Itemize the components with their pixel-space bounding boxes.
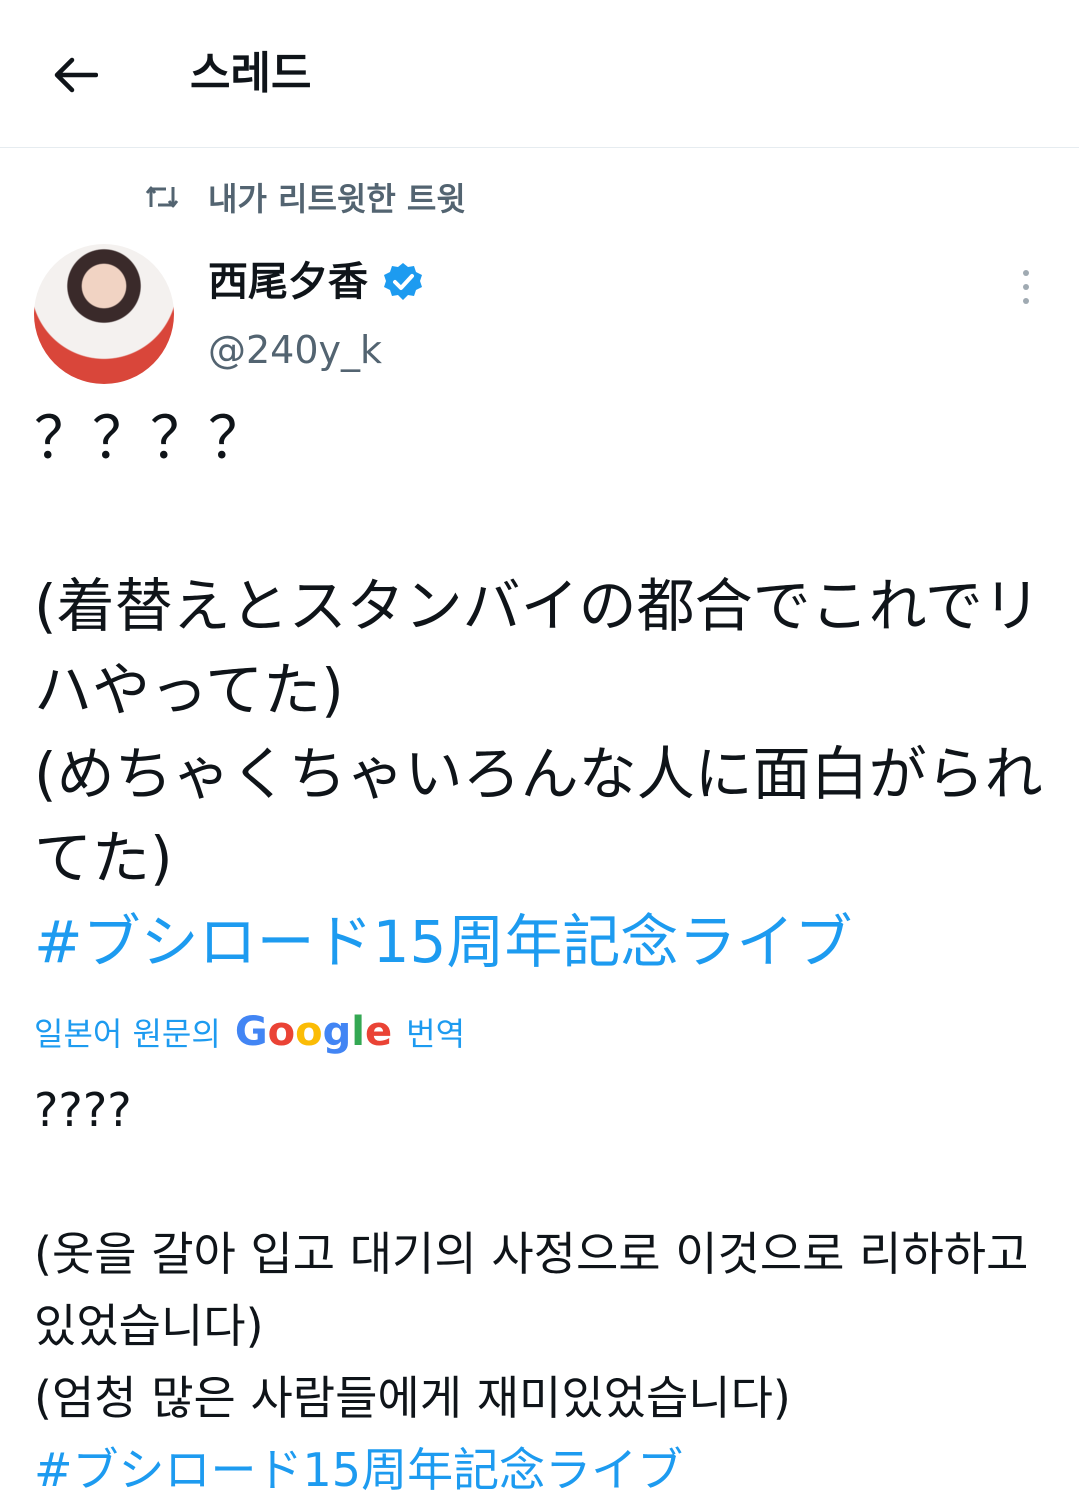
tweet-text: ？？？？ (着替えとスタンバイの都合でこれでリハやってた) (めちゃくちゃいろん… bbox=[34, 396, 1044, 984]
tweet-line: (着替えとスタンバイの都合でこれでリハやってた) bbox=[34, 572, 1041, 724]
author-handle[interactable]: @240y_k bbox=[208, 322, 382, 378]
google-logo: Google bbox=[235, 1009, 392, 1055]
google-letter: l bbox=[351, 1009, 365, 1055]
translation-label-prefix: 일본어 원문의 bbox=[34, 1015, 221, 1053]
retweet-context-label: 내가 리트윗한 트윗 bbox=[208, 180, 466, 218]
google-letter: e bbox=[364, 1009, 393, 1055]
translated-line: (엄청 많은 사람들에게 재미있었습니다) bbox=[34, 1371, 791, 1425]
top-app-bar: 스레드 bbox=[0, 0, 1079, 148]
verified-badge-icon bbox=[384, 263, 422, 300]
retweet-icon bbox=[144, 182, 180, 212]
translation-attribution: 일본어 원문의 Google 번역 bbox=[34, 1004, 465, 1060]
translated-line: ???? bbox=[34, 1083, 132, 1137]
translated-line: (옷을 갈아 입고 대기의 사정으로 이것으로 리하하고있었습니다) bbox=[34, 1227, 1029, 1353]
arrow-left-icon bbox=[54, 57, 98, 93]
tweet-line bbox=[34, 480, 1044, 564]
tweet-line: (めちゃくちゃいろんな人に面白がられてた) bbox=[34, 740, 1043, 892]
tweet-hashtag-link[interactable]: #ブシロード15周年記念ライブ bbox=[34, 900, 1044, 984]
more-dot bbox=[1023, 298, 1029, 304]
author-avatar[interactable] bbox=[34, 244, 174, 384]
translation-label-suffix: 번역 bbox=[406, 1015, 466, 1053]
author-name-text: 西尾夕香 bbox=[208, 259, 368, 305]
translated-text: ???? (옷을 갈아 입고 대기의 사정으로 이것으로 리하하고있었습니다) … bbox=[34, 1074, 1044, 1506]
tweet-line: ？？？？ bbox=[34, 404, 267, 472]
page-title: 스레드 bbox=[190, 48, 312, 99]
google-letter: g bbox=[322, 1009, 352, 1055]
more-dot bbox=[1023, 270, 1029, 276]
retweet-context: 내가 리트윗한 트윗 bbox=[144, 172, 466, 222]
translated-hashtag-link[interactable]: #ブシロード15周年記念ライブ bbox=[34, 1434, 1044, 1506]
google-letter: G bbox=[234, 1009, 268, 1055]
author-name[interactable]: 西尾夕香 bbox=[208, 252, 424, 312]
translated-line bbox=[34, 1146, 1044, 1218]
more-dot bbox=[1023, 284, 1029, 290]
google-letter: o bbox=[295, 1009, 323, 1055]
google-letter: o bbox=[267, 1009, 296, 1055]
more-options-button[interactable] bbox=[1004, 262, 1048, 312]
back-button[interactable] bbox=[40, 44, 110, 106]
